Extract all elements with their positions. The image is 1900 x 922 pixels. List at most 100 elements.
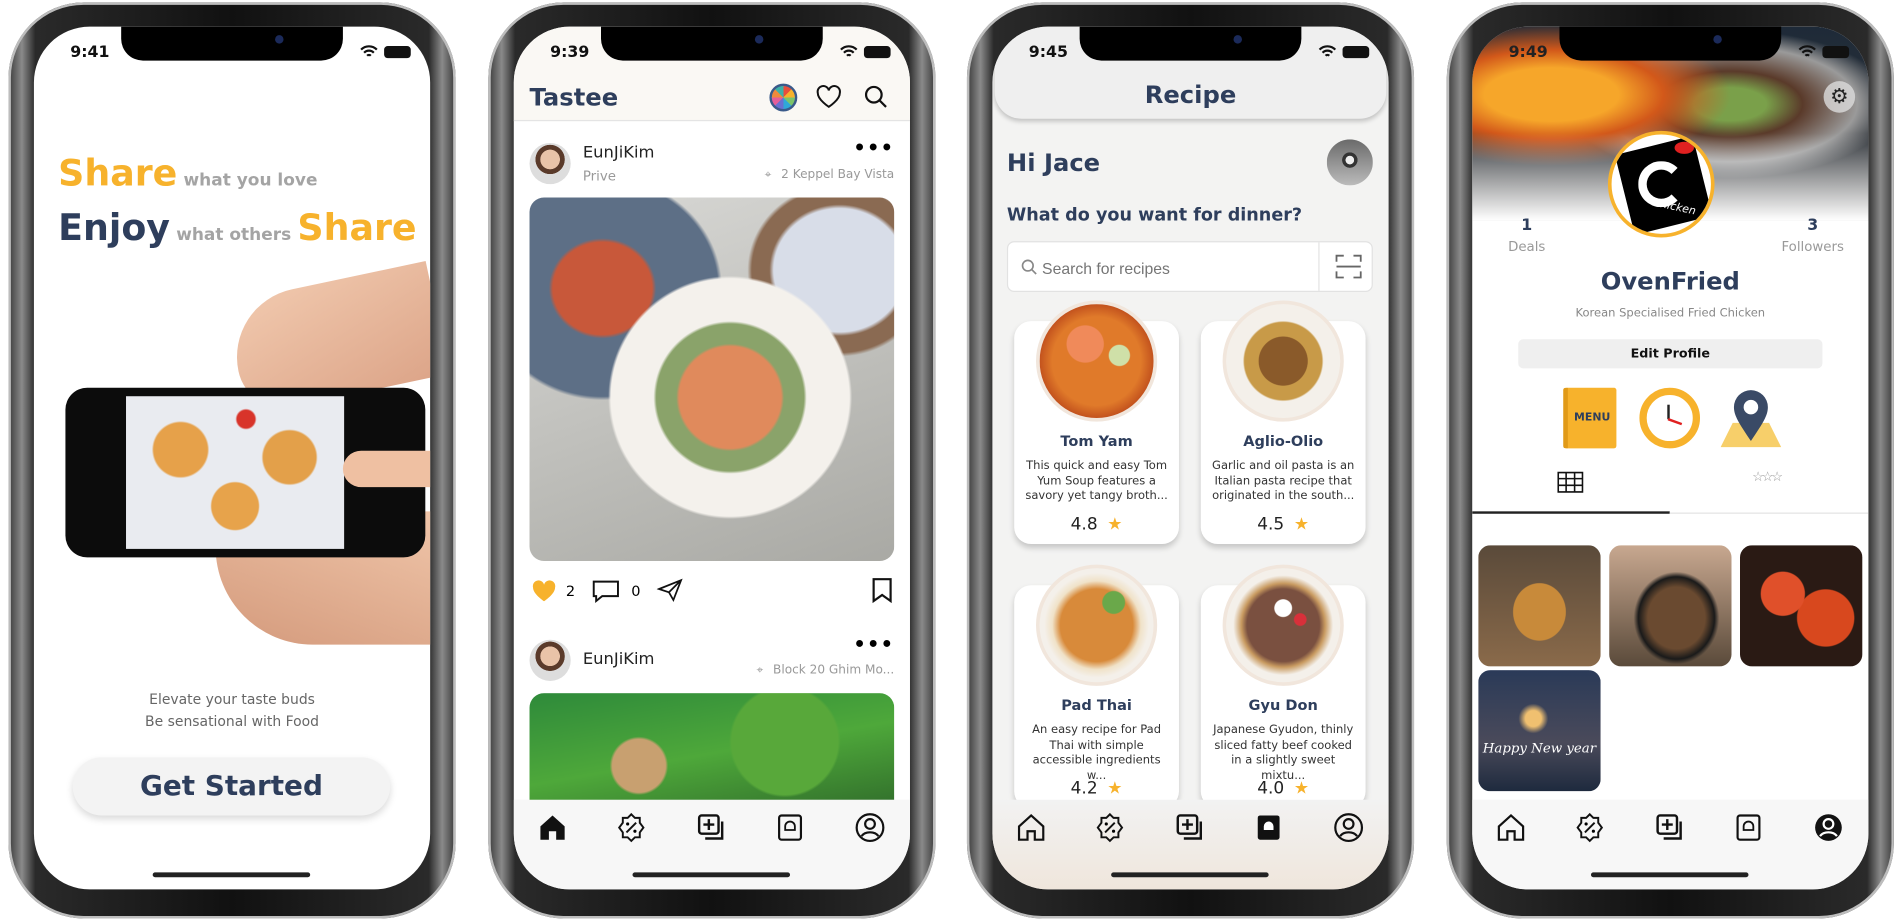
- rating-value: 4.5: [1257, 514, 1285, 535]
- phone-welcome: 9:41 Share what you love Enjoy what othe…: [8, 2, 456, 919]
- grid-photo[interactable]: [1740, 545, 1863, 667]
- notch: [601, 26, 823, 61]
- grid-photo[interactable]: [1478, 545, 1601, 667]
- followers-count[interactable]: 3: [1795, 217, 1831, 235]
- hand-phone-illustration: [34, 260, 431, 651]
- comment-icon[interactable]: [591, 579, 620, 604]
- tab-reviews[interactable]: ☆☆☆: [1670, 469, 1869, 513]
- dinner-question: What do you want for dinner?: [1006, 205, 1303, 226]
- grid-photo[interactable]: [1609, 545, 1732, 667]
- tab-add-post[interactable]: [696, 812, 728, 844]
- recipe-card[interactable]: Pad Thai An easy recipe for Pad Thai wit…: [1014, 564, 1179, 809]
- tab-add-post[interactable]: [1654, 812, 1686, 844]
- search-bar: [1006, 241, 1373, 293]
- post-username[interactable]: EunJiKim: [583, 649, 655, 668]
- tab-home[interactable]: [1495, 812, 1527, 844]
- phone-recipe: 9:45 Recipe Hi Jace What do you want for…: [966, 2, 1415, 919]
- profile-logo: hicken: [1607, 130, 1715, 238]
- recipe-book-icon: [1736, 814, 1761, 841]
- headline-share: Share: [58, 152, 178, 196]
- tab-deals[interactable]: [1094, 812, 1126, 844]
- post-location[interactable]: ⌖ 2 Keppel Bay Vista: [765, 168, 895, 181]
- post-username[interactable]: EunJiKim: [583, 143, 655, 162]
- tab-recipe[interactable]: [774, 812, 806, 844]
- user-circle-icon: [855, 813, 885, 843]
- headline-what-others: what others: [176, 225, 292, 245]
- post-avatar[interactable]: [529, 142, 571, 185]
- tab-add-post[interactable]: [1174, 812, 1206, 844]
- bookmark-icon[interactable]: [871, 577, 893, 604]
- post-image[interactable]: [529, 197, 895, 562]
- tab-recipe[interactable]: [1253, 812, 1285, 844]
- recipe-card[interactable]: Aglio-Olio Garlic and oil pasta is an It…: [1200, 300, 1366, 545]
- post-location[interactable]: ⌖ Block 20 Ghim Mo...: [756, 664, 894, 677]
- tab-home[interactable]: [1015, 812, 1047, 844]
- tab-deals[interactable]: [616, 812, 648, 844]
- discount-badge-icon: [617, 812, 645, 843]
- like-heart-icon[interactable]: [531, 579, 558, 603]
- recipe-book-icon: [778, 814, 803, 841]
- recipe-name: Tom Yam: [1060, 432, 1133, 450]
- profile-bio: Korean Specialised Fried Chicken: [1575, 306, 1766, 320]
- color-wheel-icon[interactable]: [769, 83, 798, 112]
- recipe-name: Aglio-Olio: [1243, 432, 1324, 450]
- like-count: 2: [565, 582, 576, 600]
- star-icon: ★: [1293, 514, 1310, 535]
- grid-photo[interactable]: Happy New year: [1478, 670, 1601, 792]
- battery-icon: [1342, 45, 1370, 58]
- get-started-button[interactable]: Get Started: [72, 757, 391, 816]
- location-map-icon[interactable]: [1720, 387, 1782, 450]
- status-icons: [840, 45, 891, 58]
- page-title: Recipe: [1144, 79, 1237, 110]
- share-icon[interactable]: [656, 578, 684, 603]
- recipe-card[interactable]: Tom Yam This quick and easy Tom Yum Soup…: [1014, 300, 1179, 545]
- recipe-rating: 4.5 ★: [1201, 515, 1366, 534]
- more-options-icon[interactable]: •••: [853, 633, 894, 656]
- comment-count: 0: [631, 582, 641, 600]
- recipe-image: [1222, 564, 1344, 686]
- user-avatar[interactable]: [1326, 139, 1373, 186]
- recipe-description: This quick and easy Tom Yum Soup feature…: [1025, 459, 1168, 503]
- headline-line1: Share what you love: [58, 153, 317, 195]
- recipe-rating: 4.8 ★: [1014, 515, 1179, 534]
- location-pin-icon: ⌖: [764, 168, 772, 182]
- search-input[interactable]: [1042, 254, 1309, 282]
- scan-icon[interactable]: [1335, 254, 1362, 279]
- stars-rating-icon: ☆☆☆: [1752, 468, 1783, 485]
- recipe-card[interactable]: Gyu Don Japanese Gyudon, thinly sliced f…: [1200, 564, 1366, 809]
- phone-profile: 9:49 ⚙ hicken 1 Deals 3 Followers OvenFr…: [1446, 2, 1894, 919]
- battery-icon: [1822, 45, 1850, 58]
- post-subtitle: Prive: [582, 168, 616, 185]
- search-icon[interactable]: [863, 84, 890, 111]
- status-time: 9:49: [1508, 43, 1548, 62]
- wifi-icon: [1318, 45, 1337, 57]
- tab-profile[interactable]: [854, 812, 886, 844]
- deals-label[interactable]: Deals: [1490, 239, 1563, 255]
- edit-profile-button[interactable]: Edit Profile: [1518, 339, 1823, 369]
- status-time: 9:45: [1028, 43, 1068, 62]
- status-icons: [1318, 45, 1370, 58]
- post-location-text: Block 20 Ghim Mo...: [773, 664, 895, 678]
- discount-badge-icon: [1096, 812, 1124, 843]
- heart-icon[interactable]: [815, 85, 842, 109]
- post-image[interactable]: [529, 693, 895, 815]
- settings-gear-icon[interactable]: ⚙: [1823, 81, 1856, 113]
- discount-badge-icon: [1576, 812, 1604, 843]
- tab-profile[interactable]: [1333, 812, 1365, 844]
- tab-deals[interactable]: [1574, 812, 1606, 844]
- post-location-text: 2 Keppel Bay Vista: [781, 168, 895, 182]
- deals-count[interactable]: 1: [1509, 217, 1545, 235]
- tab-profile[interactable]: [1813, 812, 1845, 844]
- opening-hours-clock-icon[interactable]: [1639, 387, 1701, 449]
- more-options-icon[interactable]: •••: [853, 136, 894, 159]
- headline-what-you-love: what you love: [183, 170, 318, 191]
- menu-book-icon[interactable]: MENU: [1563, 387, 1617, 449]
- star-icon: ★: [1107, 514, 1123, 535]
- location-pin-icon: ⌖: [756, 664, 764, 678]
- tab-home[interactable]: [537, 812, 569, 844]
- wifi-icon: [840, 45, 858, 57]
- followers-label[interactable]: Followers: [1770, 239, 1855, 255]
- post-avatar[interactable]: [529, 639, 571, 681]
- tab-recipe[interactable]: [1733, 812, 1765, 844]
- tab-grid-posts[interactable]: [1472, 469, 1670, 513]
